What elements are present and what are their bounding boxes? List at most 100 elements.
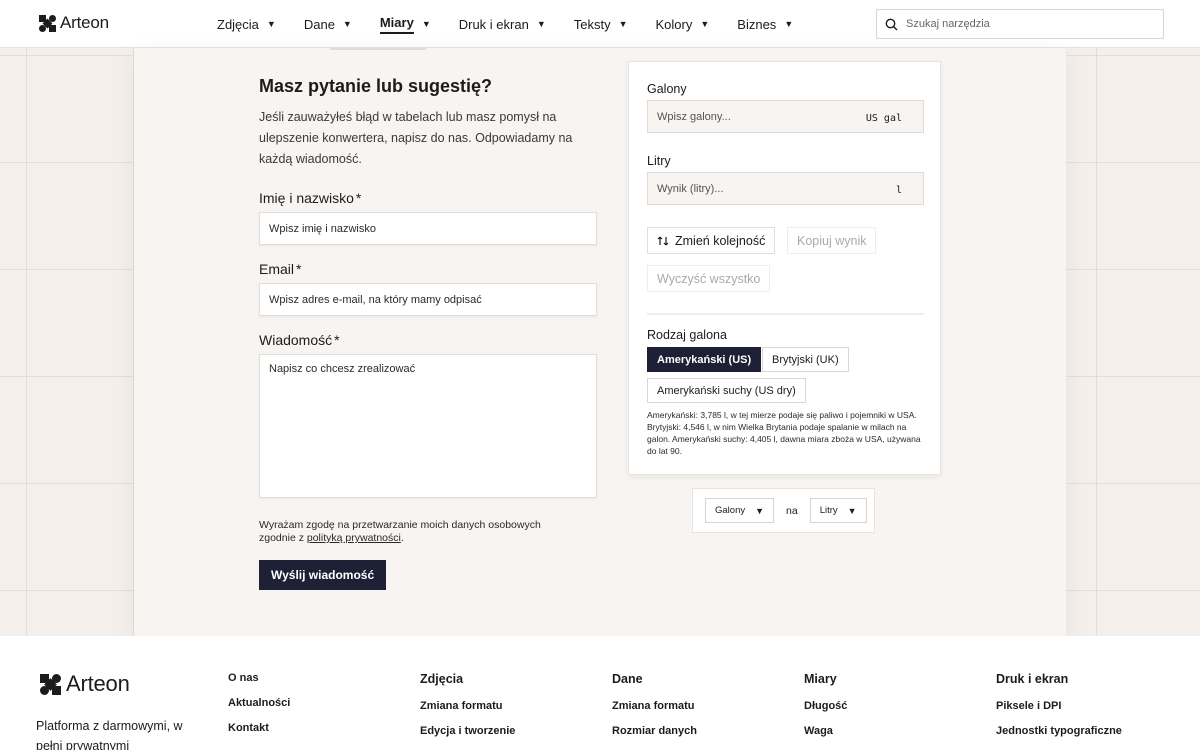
logo-icon (40, 673, 61, 695)
message-label-text: Wiadomość (259, 332, 333, 348)
liters-output[interactable] (657, 182, 837, 195)
caret-down-icon: ▼ (847, 505, 857, 516)
type-uk-button[interactable]: Brytyjski (UK) (762, 347, 849, 372)
footer-col-about: O nas Aktualności Kontakt (228, 672, 290, 747)
footer-link[interactable]: Jednostki typograficzne (996, 725, 1122, 737)
top-header: Arteon Zdjęcia ▼ Dane ▼ Miary ▼ Druk i e… (0, 0, 1200, 48)
required-mark: * (355, 190, 362, 206)
copy-result-button[interactable]: Kopiuj wynik (787, 227, 877, 254)
footer-link[interactable]: Zmiana formatu (420, 700, 515, 712)
card-tab-divider (330, 48, 426, 50)
required-mark: * (296, 261, 302, 277)
footer-col-zdjecia: Zdjęcia Zmiana formatu Edycja i tworzeni… (420, 672, 515, 750)
caret-down-icon: ▼ (784, 19, 794, 29)
nav-item-zdjecia[interactable]: Zdjęcia ▼ (217, 0, 276, 48)
logo[interactable]: Arteon (39, 13, 109, 33)
nav-label: Miary (379, 15, 414, 34)
name-label-text: Imię i nazwisko (259, 190, 354, 206)
email-field[interactable] (259, 283, 597, 316)
type-us-button[interactable]: Amerykański (US) (647, 347, 762, 372)
gallon-type-note: Amerykański: 3,785 l, w tej mierze podaj… (647, 410, 921, 456)
nav-item-biznes[interactable]: Biznes ▼ (737, 0, 793, 48)
from-unit-select[interactable]: Galony ▼ (705, 498, 775, 523)
search-input[interactable] (906, 18, 1146, 30)
nav-item-druk-i-ekran[interactable]: Druk i ekran ▼ (459, 0, 546, 48)
to-input-box[interactable]: l (647, 172, 924, 205)
nav-label: Teksty (573, 16, 611, 32)
submit-button[interactable]: Wyślij wiadomość (259, 560, 387, 590)
footer-heading: Druk i ekran (996, 672, 1069, 686)
nav-label: Kolory (655, 16, 693, 32)
from-unit-value: Galony (715, 505, 746, 516)
from-input-box[interactable]: US gal (647, 100, 924, 133)
footer-logo[interactable]: Arteon (40, 671, 130, 697)
to-unit: l (895, 185, 902, 196)
gallons-input[interactable] (657, 110, 837, 123)
contact-form: Masz pytanie lub sugestię? Jeśli zauważy… (259, 76, 599, 590)
swap-button[interactable]: Zmień kolejność (647, 227, 776, 254)
nav-item-dane[interactable]: Dane ▼ (304, 0, 352, 48)
consent-text: Wyrażam zgodę na przetwarzanie moich dan… (259, 519, 579, 545)
form-title: Masz pytanie lub sugestię? (259, 76, 493, 96)
footer-col-dane: Dane Zmiana formatu Rozmiar danych (612, 672, 697, 750)
caret-down-icon: ▼ (421, 19, 431, 29)
message-field[interactable] (259, 354, 597, 498)
caret-down-icon: ▼ (700, 19, 710, 29)
nav-item-kolory[interactable]: Kolory ▼ (656, 0, 710, 48)
nav-item-miary[interactable]: Miary ▼ (379, 0, 431, 48)
footer-heading: Zdjęcia (420, 672, 464, 686)
footer-link-aktualnosci[interactable]: Aktualności (228, 697, 290, 709)
to-label: Litry (647, 154, 671, 168)
privacy-policy-link[interactable]: polityką prywatności (307, 532, 401, 544)
name-label: Imię i nazwisko * (259, 190, 599, 206)
swap-label: Zmień kolejność (675, 233, 766, 248)
nav-label: Biznes (737, 16, 777, 32)
email-label-text: Email (259, 261, 295, 277)
unit-selector: Galony ▼ na Litry ▼ (692, 488, 875, 533)
main-nav: Zdjęcia ▼ Dane ▼ Miary ▼ Druk i ekran ▼ … (217, 0, 821, 48)
footer-link-o-nas[interactable]: O nas (228, 672, 290, 684)
footer-tagline: Platforma z darmowymi, w pełni prywatnym… (36, 719, 183, 750)
unit-connector: na (786, 504, 798, 517)
footer-link[interactable]: Edycja i tworzenie (420, 725, 515, 737)
footer-link-kontakt[interactable]: Kontakt (228, 722, 290, 734)
type-us-dry-button[interactable]: Amerykański suchy (US dry) (647, 378, 806, 403)
swap-arrows-icon (657, 236, 669, 245)
footer-link[interactable]: Rozmiar danych (612, 725, 697, 737)
from-label: Galony (647, 82, 687, 96)
clear-all-button[interactable]: Wyczyść wszystko (647, 265, 771, 292)
message-label: Wiadomość * (259, 332, 599, 348)
logo-icon (39, 14, 56, 32)
caret-down-icon: ▼ (266, 19, 276, 29)
name-field[interactable] (259, 212, 597, 245)
logo-text: Arteon (60, 13, 109, 32)
nav-item-teksty[interactable]: Teksty ▼ (574, 0, 628, 48)
footer-link[interactable]: Waga (804, 725, 847, 737)
nav-label: Druk i ekran (458, 16, 529, 32)
caret-down-icon: ▼ (342, 19, 352, 29)
caret-down-icon: ▼ (618, 19, 628, 29)
footer-link[interactable]: Piksele i DPI (996, 700, 1122, 712)
to-unit-value: Litry (819, 505, 838, 516)
footer: Arteon Platforma z darmowymi, w pełni pr… (0, 636, 1200, 750)
footer-logo-text: Arteon (66, 671, 130, 696)
footer-col-miary: Miary Długość Waga (804, 672, 847, 750)
footer-link[interactable]: Długość (804, 700, 847, 712)
to-unit-select[interactable]: Litry ▼ (809, 498, 867, 523)
footer-heading: Miary (804, 672, 837, 686)
nav-label: Dane (303, 16, 335, 32)
panel-divider (647, 313, 924, 315)
gallon-type-label: Rodzaj galona (647, 328, 727, 342)
footer-link[interactable]: Zmiana formatu (612, 700, 697, 712)
from-unit: US gal (865, 113, 902, 124)
consent-end: . (400, 532, 404, 544)
search-box[interactable] (876, 9, 1164, 39)
required-mark: * (334, 332, 340, 348)
email-label: Email * (259, 261, 599, 277)
search-icon (885, 18, 898, 30)
form-intro: Jeśli zauważyłeś błąd w tabelach lub mas… (259, 110, 573, 166)
caret-down-icon: ▼ (536, 19, 546, 29)
footer-col-druk: Druk i ekran Piksele i DPI Jednostki typ… (996, 672, 1122, 750)
caret-down-icon: ▼ (755, 505, 765, 516)
nav-label: Zdjęcia (217, 16, 259, 32)
